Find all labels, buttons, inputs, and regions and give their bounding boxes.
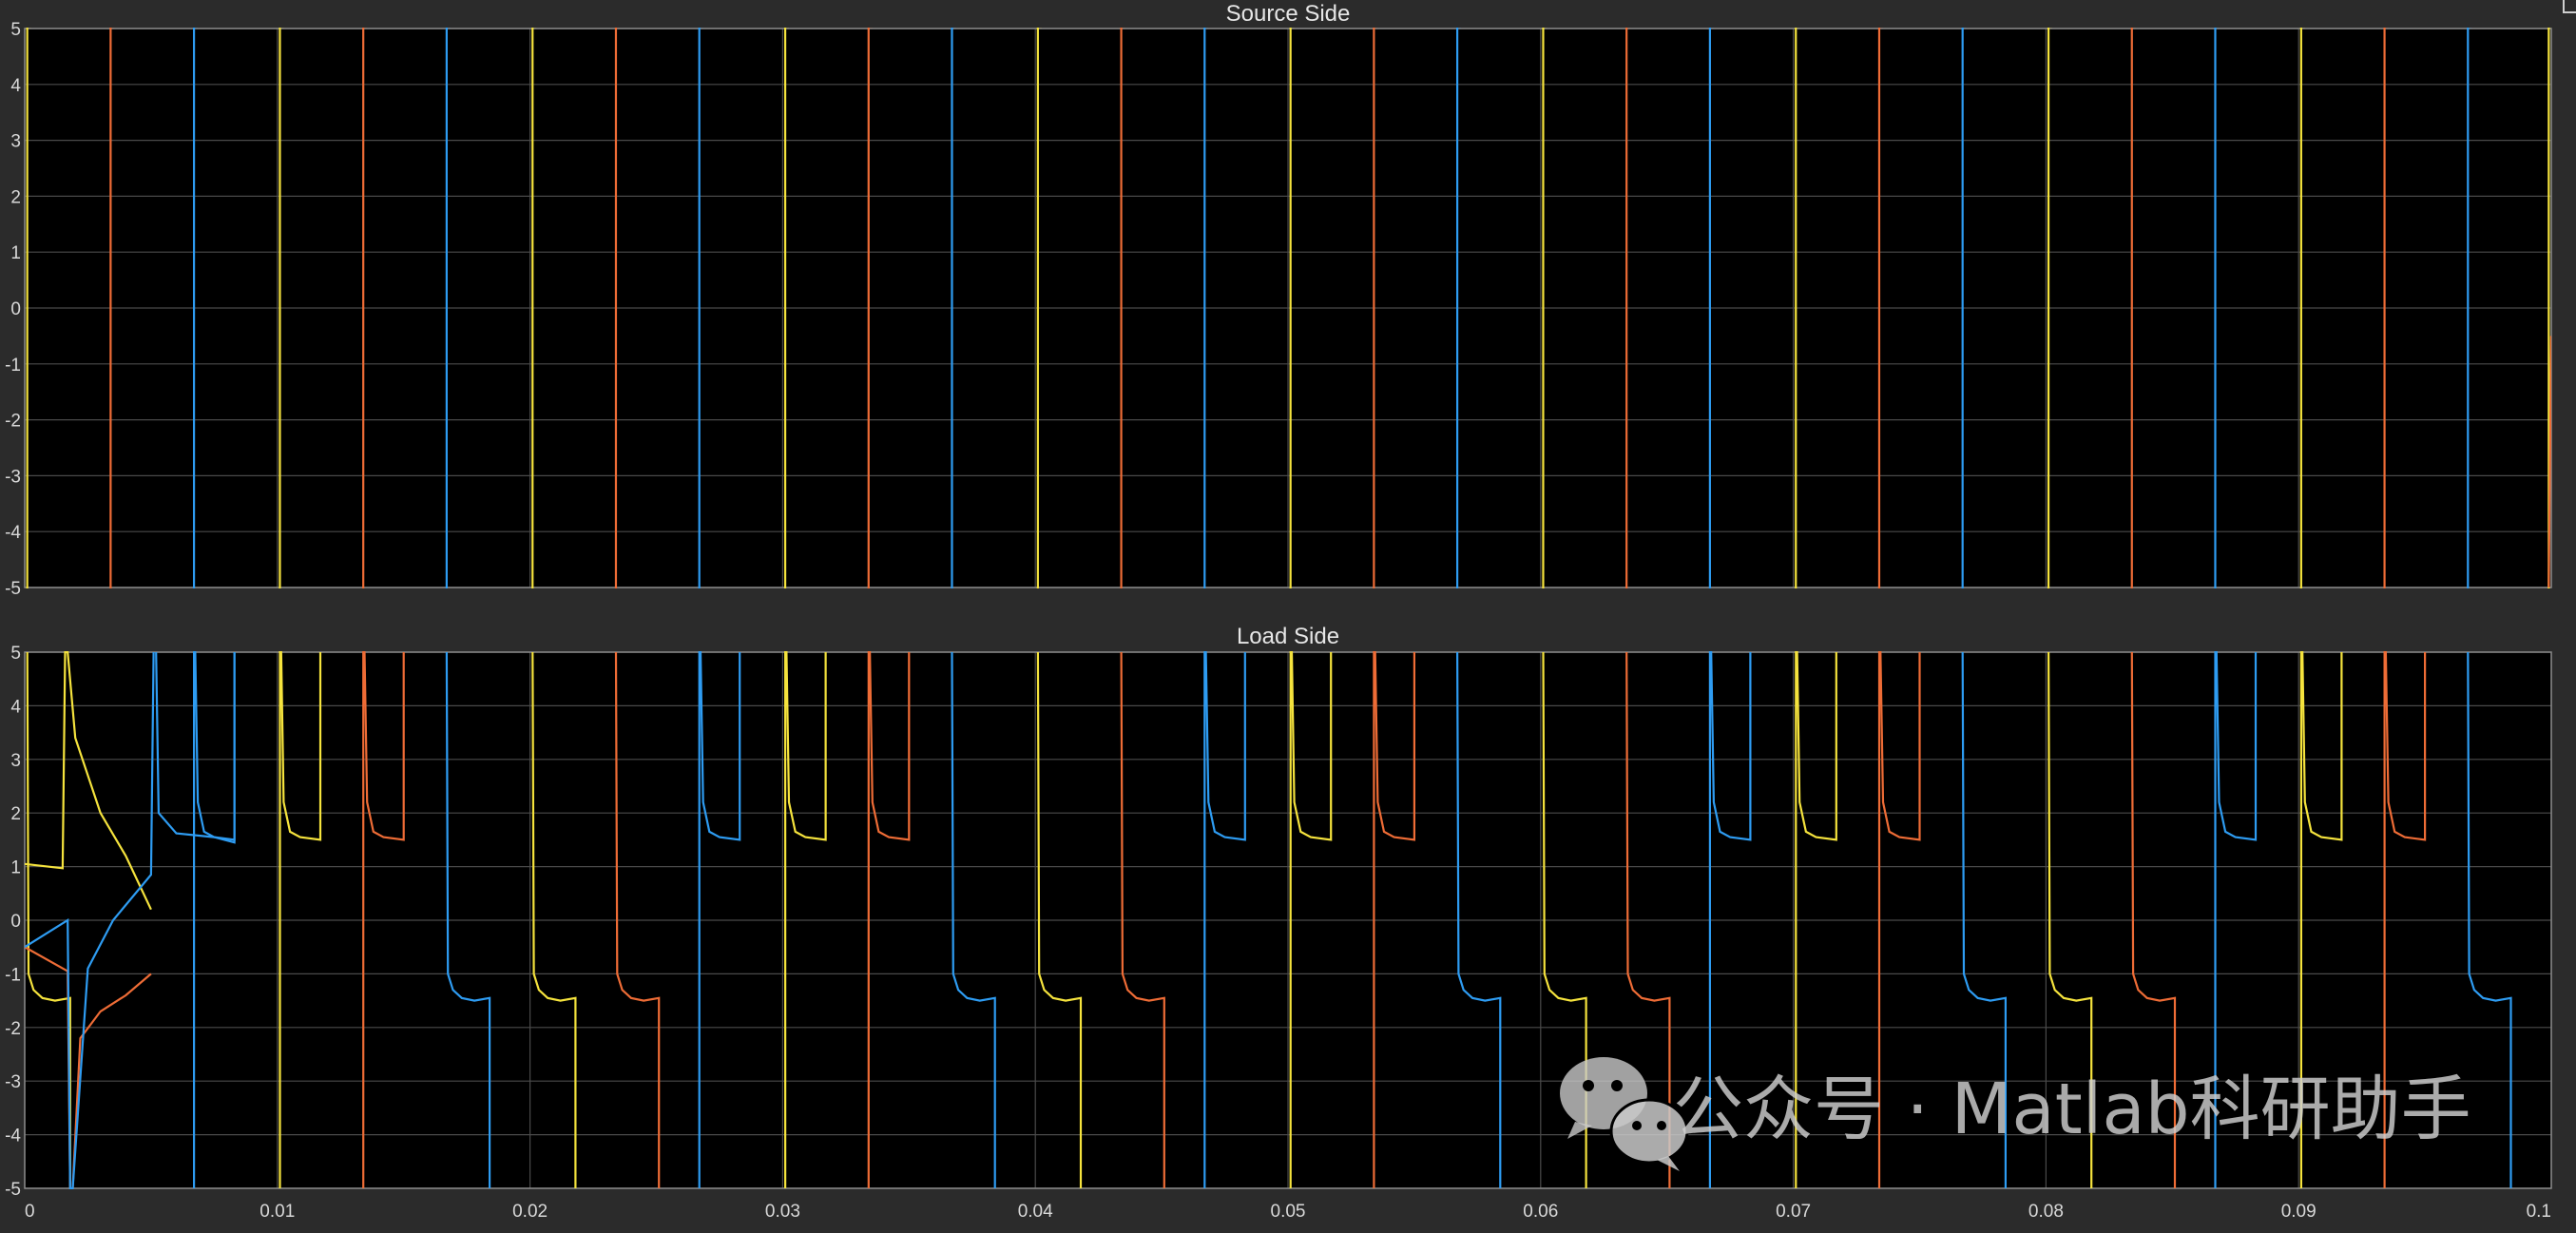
y-tick-label: 3 (10, 132, 21, 152)
y-tick-label: 0 (10, 912, 21, 932)
y-tick-label: -2 (5, 412, 21, 432)
y-tick-label: -3 (5, 1072, 21, 1092)
source-side-plot: 5 4 3 2 1 0 -1 -2 -3 -4 -5 (5, 20, 2552, 599)
y-tick-label: -5 (5, 1180, 21, 1200)
y-tick-label: 4 (10, 76, 21, 96)
x-tick-label: 0.09 (2281, 1202, 2316, 1222)
x-tick-label: 0.1 (2527, 1202, 2551, 1222)
x-tick-label: 0.03 (765, 1202, 800, 1222)
y-tick-label: 4 (10, 697, 21, 717)
x-tick-label: 0 (25, 1202, 35, 1222)
window-corner-icon[interactable] (2563, 0, 2576, 13)
y-tick-label: -2 (5, 1019, 21, 1039)
y-tick-label: -1 (5, 356, 21, 376)
y-tick-label: -3 (5, 467, 21, 487)
y-tick-label: 5 (10, 20, 21, 40)
scope-display: Source Side 5 4 3 2 1 0 -1 -2 -3 -4 -5 Load Side 5… (0, 0, 2576, 1233)
x-tick-label: 0.01 (260, 1202, 295, 1222)
x-tick-label: 0.08 (2028, 1202, 2064, 1222)
y-tick-label: 5 (10, 644, 21, 664)
x-tick-label: 0.05 (1271, 1202, 1306, 1222)
y-tick-label: 1 (10, 243, 21, 263)
y-tick-label: -4 (5, 1127, 21, 1146)
y-tick-label: 3 (10, 751, 21, 771)
x-tick-label: 0.06 (1523, 1202, 1558, 1222)
source-side-title: Source Side (1226, 1, 1351, 27)
y-tick-label: 2 (10, 187, 21, 207)
load-side-title: Load Side (1237, 624, 1339, 649)
y-tick-label: 2 (10, 804, 21, 824)
y-tick-label: -4 (5, 523, 21, 543)
y-tick-label: -5 (5, 579, 21, 599)
y-tick-label: -1 (5, 965, 21, 985)
x-tick-label: 0.04 (1018, 1202, 1053, 1222)
watermark-text: 公众号 · Matlab科研助手 (1673, 1069, 2471, 1150)
y-tick-label: 1 (10, 858, 21, 878)
x-tick-label: 0.07 (1776, 1202, 1811, 1222)
y-tick-label: 0 (10, 299, 21, 319)
x-tick-label: 0.02 (512, 1202, 548, 1222)
